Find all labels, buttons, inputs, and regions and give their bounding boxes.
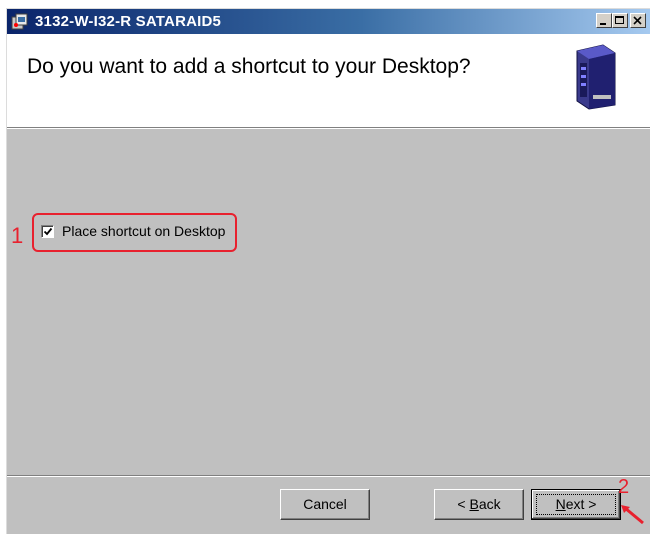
annotation-arrow-icon xyxy=(621,505,644,525)
minimize-icon xyxy=(600,23,606,25)
installer-app-icon xyxy=(11,13,28,30)
checkmark-icon xyxy=(43,227,53,235)
header-divider xyxy=(7,128,650,129)
next-button[interactable]: Next > xyxy=(531,489,621,520)
close-button[interactable] xyxy=(630,13,646,28)
title-bar[interactable]: 3132-W-I32-R SATARAID5 xyxy=(7,9,650,34)
maximize-button[interactable] xyxy=(612,13,628,28)
computer-disk-icon xyxy=(576,44,616,110)
wizard-header: Do you want to add a shortcut to your De… xyxy=(7,34,650,128)
maximize-icon xyxy=(615,16,624,24)
annotation-step-1: 1 xyxy=(11,223,24,248)
place-shortcut-option[interactable]: Place shortcut on Desktop xyxy=(41,223,225,239)
cancel-button-label: Cancel xyxy=(303,496,347,512)
minimize-button[interactable] xyxy=(596,13,612,28)
cancel-button[interactable]: Cancel xyxy=(280,489,370,520)
place-shortcut-checkbox[interactable] xyxy=(41,224,54,238)
window-title: 3132-W-I32-R SATARAID5 xyxy=(35,13,222,30)
back-button-label: < Back xyxy=(457,496,501,512)
place-shortcut-label[interactable]: Place shortcut on Desktop xyxy=(62,223,225,239)
close-icon xyxy=(633,16,642,25)
page-title: Do you want to add a shortcut to your De… xyxy=(27,55,471,78)
back-button[interactable]: < Back xyxy=(434,489,524,520)
annotation-step-2: 2 xyxy=(618,476,630,498)
installer-window: 3132-W-I32-R SATARAID5 Do you want to ad… xyxy=(6,8,650,534)
next-button-label: Next > xyxy=(555,496,597,512)
footer-divider-highlight xyxy=(7,476,650,477)
